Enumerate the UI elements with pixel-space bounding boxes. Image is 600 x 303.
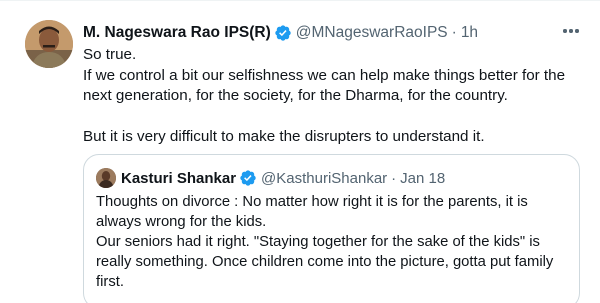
more-options-icon[interactable] <box>560 23 582 39</box>
tweet-text-line: If we control a bit our selfishness we c… <box>83 66 566 105</box>
verified-badge-icon <box>275 25 291 41</box>
tweet-text: So true. If we control a bit our selfish… <box>83 45 578 148</box>
quoted-author-avatar[interactable] <box>96 168 116 188</box>
tweet-card[interactable]: M. Nageswara Rao IPS(R) @MNageswarRaoIPS… <box>0 0 600 303</box>
quoted-tweet-text: Thoughts on divorce : No matter how righ… <box>96 192 571 292</box>
quoted-author-display-name[interactable]: Kasturi Shankar <box>121 170 236 187</box>
user-avatar-icon <box>25 20 73 68</box>
header-separator: · <box>451 24 457 41</box>
quoted-text-line: Our seniors had it right. "Staying toget… <box>96 234 554 290</box>
author-avatar[interactable] <box>25 20 73 68</box>
tweet-text-line: But it is very difficult to make the dis… <box>83 128 485 145</box>
tweet-text-line: So true. <box>83 46 137 63</box>
user-avatar-icon <box>96 168 116 188</box>
author-handle[interactable]: @MNageswarRaoIPS <box>296 24 448 42</box>
quoted-tweet[interactable]: Kasturi Shankar @KasthuriShankar · Jan 1… <box>83 154 580 303</box>
quoted-tweet-header: Kasturi Shankar @KasthuriShankar · Jan 1… <box>96 167 445 189</box>
quoted-text-line: Thoughts on divorce : No matter how righ… <box>96 194 528 230</box>
tweet-header: M. Nageswara Rao IPS(R) @MNageswarRaoIPS… <box>83 22 478 44</box>
quoted-author-handle[interactable]: @KasthuriShankar <box>261 170 387 187</box>
tweet-timestamp[interactable]: 1h <box>461 24 478 42</box>
verified-badge-icon <box>240 170 256 186</box>
quoted-tweet-timestamp[interactable]: Jan 18 <box>400 170 445 187</box>
author-display-name[interactable]: M. Nageswara Rao IPS(R) <box>83 24 271 42</box>
quoted-header-separator: · <box>391 169 397 187</box>
